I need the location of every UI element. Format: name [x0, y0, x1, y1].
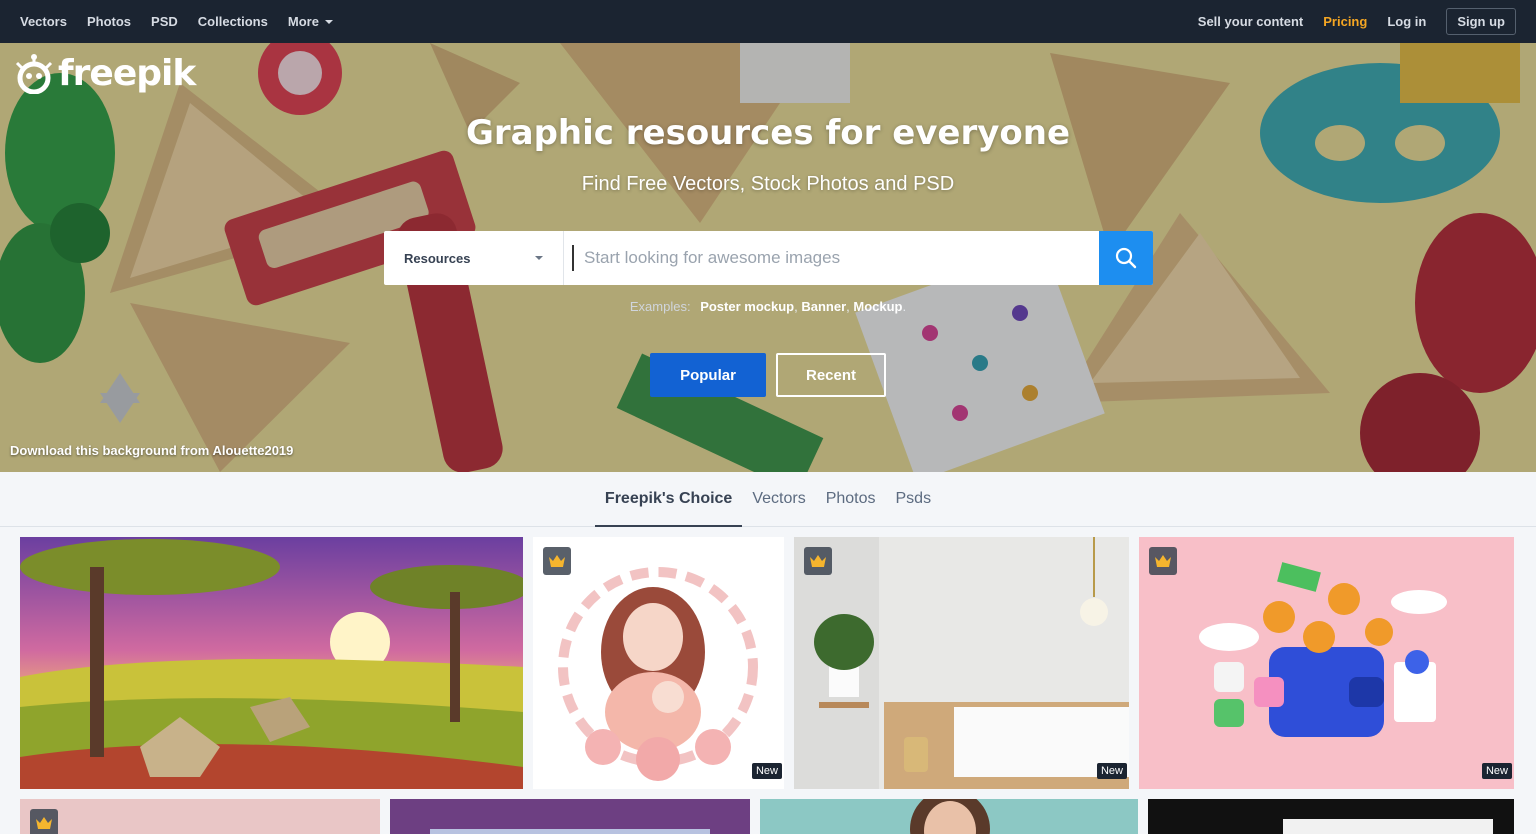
resource-card-pink[interactable]: [20, 799, 380, 834]
signup-button[interactable]: Sign up: [1446, 8, 1516, 35]
pricing-link[interactable]: Pricing: [1323, 14, 1367, 29]
crown-icon: [549, 555, 565, 567]
nav-psd[interactable]: PSD: [151, 14, 178, 29]
wallet-3d-image: [1139, 537, 1514, 789]
example-mockup[interactable]: Mockup: [853, 299, 902, 314]
resource-card-purple[interactable]: [390, 799, 750, 834]
premium-crown-badge: [543, 547, 571, 575]
premium-crown-badge: [1149, 547, 1177, 575]
resource-card-portrait[interactable]: [760, 799, 1138, 834]
resource-card-dark[interactable]: [1148, 799, 1514, 834]
top-navigation: Vectors Photos PSD Collections More Sell…: [0, 0, 1536, 43]
dark-card-image: [1283, 819, 1493, 834]
resource-card-savanna[interactable]: [20, 537, 523, 789]
nav-collections[interactable]: Collections: [198, 14, 268, 29]
resource-card-mother-baby[interactable]: New: [533, 537, 784, 789]
premium-crown-badge: [804, 547, 832, 575]
tab-psds[interactable]: Psds: [886, 472, 942, 527]
tab-vectors[interactable]: Vectors: [742, 472, 815, 527]
freepik-logo-icon: [15, 53, 53, 94]
search-icon: [1115, 247, 1137, 269]
freepik-logo-text: freepik: [58, 53, 196, 94]
premium-crown-badge: [30, 809, 58, 834]
savanna-landscape-image: [20, 537, 523, 789]
search-input[interactable]: [572, 245, 1099, 271]
period: .: [902, 299, 907, 314]
nav-left: Vectors Photos PSD Collections More: [20, 14, 333, 29]
tab-freepiks-choice[interactable]: Freepik's Choice: [594, 472, 743, 527]
example-poster-mockup[interactable]: Poster mockup: [700, 299, 794, 314]
hero-subtitle: Find Free Vectors, Stock Photos and PSD: [581, 173, 955, 195]
nav-vectors[interactable]: Vectors: [20, 14, 67, 29]
nav-photos[interactable]: Photos: [87, 14, 131, 29]
nav-more[interactable]: More: [288, 14, 333, 29]
resource-type-select[interactable]: Resources: [384, 231, 564, 285]
new-badge: New: [1481, 763, 1512, 779]
mother-baby-image: [533, 537, 784, 789]
resource-card-wallet[interactable]: New: [1139, 537, 1514, 789]
background-attribution-link[interactable]: Download this background from Alouette20…: [10, 443, 293, 458]
popular-button[interactable]: Popular: [650, 353, 766, 397]
resource-type-label: Resources: [404, 250, 471, 266]
portrait-image: [910, 799, 990, 834]
search-bar: Resources: [384, 231, 1153, 285]
search-examples: Examples: Poster mockup, Banner, Mockup.: [0, 299, 1536, 314]
new-badge: New: [751, 763, 782, 779]
nav-right: Sell your content Pricing Log in Sign up: [1198, 8, 1516, 35]
example-banner[interactable]: Banner: [801, 299, 846, 314]
interior-image: [794, 537, 1129, 789]
chevron-down-icon: [535, 256, 543, 260]
resource-card-interior[interactable]: New: [794, 537, 1129, 789]
nav-more-label: More: [287, 14, 319, 29]
crown-icon: [810, 555, 826, 567]
tab-photos[interactable]: Photos: [816, 472, 886, 527]
sell-content-link[interactable]: Sell your content: [1198, 14, 1303, 29]
new-badge: New: [1096, 763, 1127, 779]
purple-card-image: [430, 829, 710, 834]
hero-title: Graphic resources for everyone: [465, 113, 1071, 153]
hero-banner: freepik Graphic resources for everyone F…: [0, 43, 1536, 472]
recent-button[interactable]: Recent: [776, 353, 886, 397]
freepik-logo[interactable]: freepik: [14, 53, 196, 94]
login-link[interactable]: Log in: [1387, 14, 1426, 29]
search-button[interactable]: [1099, 231, 1153, 285]
chevron-down-icon: [324, 19, 333, 24]
crown-icon: [1155, 555, 1171, 567]
content-tabs: Freepik's Choice Vectors Photos Psds: [0, 472, 1536, 527]
examples-label: Examples:: [629, 299, 691, 314]
crown-icon: [36, 817, 52, 829]
